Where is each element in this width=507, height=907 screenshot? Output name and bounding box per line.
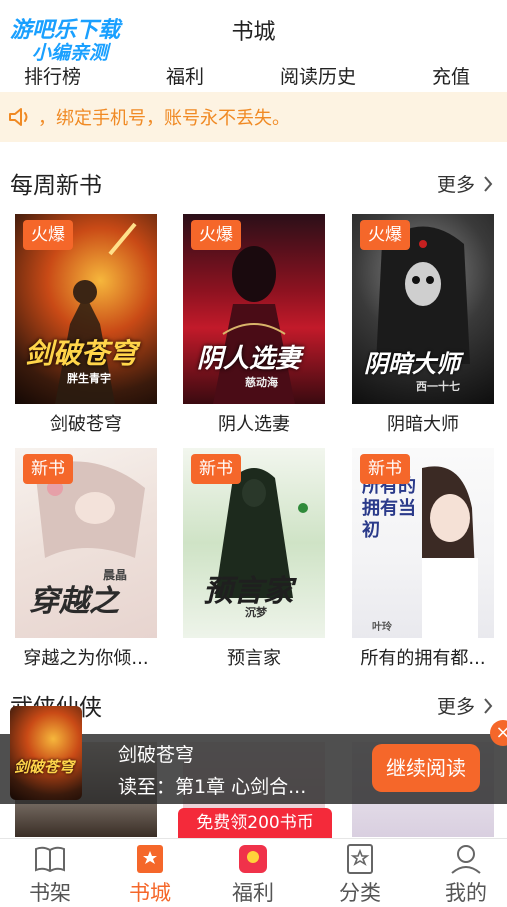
hot-badge: 火爆 (191, 220, 241, 250)
tab-welfare[interactable]: 福利 (166, 62, 204, 89)
chevron-right-icon (484, 175, 493, 192)
book-title: 预言家 (227, 648, 281, 669)
hot-badge: 火爆 (23, 220, 73, 250)
section-weekly-header: 每周新书 更多 (0, 160, 507, 204)
notice-bar[interactable]: ，绑定手机号，账号永不丢失。 (0, 92, 507, 142)
new-badge: 新书 (191, 454, 241, 484)
cover-author-text: 胖生青宇 (67, 372, 111, 385)
section-title-weekly: 每周新书 (10, 173, 102, 199)
cover-author-text: 沉梦 (245, 606, 267, 619)
book-title: 阴人选妻 (218, 414, 290, 435)
more-label: 更多 (436, 174, 475, 196)
continue-reading-button[interactable]: 继续阅读 (372, 744, 480, 792)
hot-badge: 火爆 (360, 220, 410, 250)
speaker-icon (9, 108, 28, 126)
book-icon (35, 846, 65, 873)
cover-author-text: 叶玲 (372, 622, 392, 633)
red-envelope-icon (239, 845, 267, 873)
cover-author-text: 西一十七 (416, 380, 460, 393)
bookmark-star-icon (137, 845, 163, 873)
book-title: 所有的拥有都... (360, 648, 486, 669)
new-badge: 新书 (360, 454, 410, 484)
nav-label: 分类 (339, 881, 381, 905)
user-icon (451, 845, 481, 874)
tab-reading-history[interactable]: 阅读历史 (280, 62, 356, 89)
more-label: 更多 (436, 696, 475, 718)
book-title: 阴暗大师 (387, 414, 459, 435)
chevron-right-icon (484, 697, 493, 714)
more-link-weekly[interactable]: 更多 (437, 170, 493, 197)
watermark-logo: 游吧乐下载 小编亲测 (8, 10, 148, 64)
nav-item-welfare[interactable]: 福利 (203, 839, 303, 907)
cover-title-text: 所有的拥有当初 (362, 476, 416, 541)
nav-item-profile[interactable]: 我的 (416, 839, 507, 907)
nav-label: 我的 (445, 881, 487, 905)
new-badge: 新书 (23, 454, 73, 484)
reading-progress: 读至：第1章 心剑合... (118, 776, 307, 798)
free-coins-banner[interactable]: 免费领200书币 (178, 808, 332, 838)
app-header: 书城 游吧乐下载 小编亲测 排行榜 福利 阅读历史 充值 (0, 0, 507, 92)
book-title: 剑破苍穹 (50, 414, 122, 435)
more-link-wuxia[interactable]: 更多 (437, 692, 493, 719)
cover-author-text: 慈动海 (245, 376, 278, 389)
nav-item-bookstore[interactable]: 书城 (100, 839, 200, 907)
tab-ranking[interactable]: 排行榜 (24, 62, 81, 89)
cover-title-text: 剑破苍穹 (25, 337, 138, 370)
cover-author-text: 晨晶 (103, 568, 128, 582)
book-title: 穿越之为你倾... (23, 648, 149, 669)
nav-label: 书城 (129, 881, 171, 905)
nav-label: 福利 (232, 881, 274, 905)
nav-item-bookshelf[interactable]: 书架 (0, 839, 100, 907)
tab-recharge[interactable]: 充值 (432, 62, 470, 89)
current-book-cover[interactable]: 剑破苍穹 (10, 706, 82, 800)
nav-item-category[interactable]: 分类 (310, 839, 410, 907)
cover-title-text: 阴人选妻 (197, 344, 302, 374)
current-book-title: 剑破苍穹 (118, 744, 195, 766)
cover-title-text: 阴暗大师 (364, 350, 460, 378)
top-tabs: 排行榜 福利 阅读历史 充值 (0, 60, 507, 92)
current-book-cover-text: 剑破苍穹 (14, 758, 75, 776)
bottom-nav: 书架 书城 福利 分类 我的 (0, 838, 507, 906)
notice-text: ，绑定手机号，账号永不丢失。 (38, 108, 290, 129)
category-star-icon (347, 844, 373, 874)
nav-label: 书架 (29, 881, 71, 905)
